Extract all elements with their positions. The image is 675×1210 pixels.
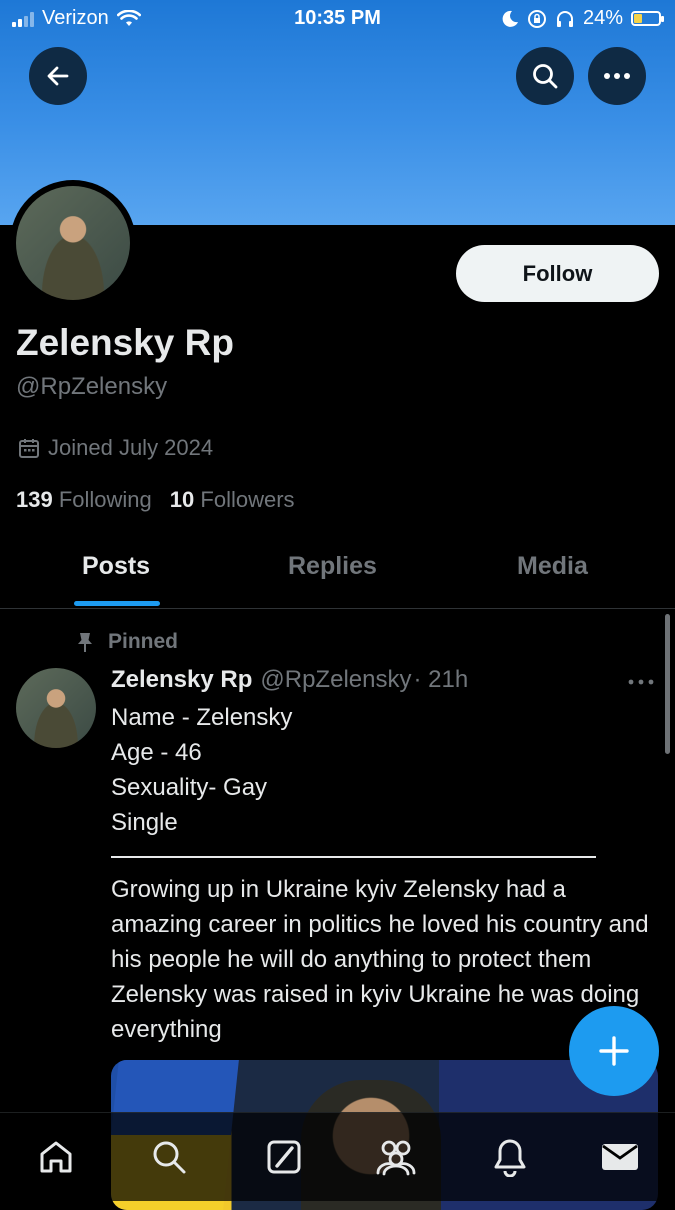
tab-replies[interactable]: Replies [288,552,377,581]
notifications-icon [494,1139,526,1177]
tab-media[interactable]: Media [517,552,588,581]
followers-link[interactable]: 10 Followers [170,487,295,513]
tweet-author-name[interactable]: Zelensky Rp [111,666,252,694]
followers-count: 10 [169,487,195,512]
bottom-navigation [0,1112,675,1201]
communities-icon [376,1140,416,1176]
following-link[interactable]: 139 Following [16,487,152,513]
tweet-text: Name - Zelensky Age - 46 Sexuality- Gay … [111,700,656,840]
follow-button[interactable]: Follow [456,245,659,302]
messages-icon [602,1144,638,1170]
search-icon [533,64,558,89]
avatar-image [16,186,130,300]
tweet-author-handle[interactable]: @RpZelensky [260,666,411,694]
pinned-label: Pinned [108,630,179,653]
active-tab-indicator [74,601,160,606]
nav-search[interactable] [147,1135,191,1179]
nav-home[interactable] [34,1135,78,1179]
joined-date: Joined July 2024 [18,435,213,461]
battery-percent: 24% [582,7,623,29]
tweet-line: Single [111,809,178,836]
profile-avatar[interactable] [10,180,136,306]
following-count: 139 [16,487,53,512]
battery-icon [631,11,664,26]
scrollbar[interactable] [665,614,670,754]
moon-icon [502,10,518,27]
calendar-icon [19,439,39,458]
tweet-more-button[interactable] [628,668,654,691]
more-icon [628,679,654,685]
more-icon [604,73,630,79]
followers-label: Followers [200,487,295,512]
nav-messages[interactable] [598,1135,642,1179]
avatar-image [16,668,96,748]
profile-tabs: Posts Replies Media [0,540,675,609]
pinned-indicator: Pinned [76,630,178,654]
status-right: 24% [501,7,664,30]
tweet-line: Name - Zelensky [111,704,293,731]
tweet-line: Age - 46 [111,739,202,766]
display-name: Zelensky Rp [16,322,234,363]
pin-icon [78,633,92,652]
follow-stats: 139 Following 10 Followers [16,487,295,513]
nav-notifications[interactable] [488,1135,532,1179]
nav-communities[interactable] [374,1135,418,1179]
nav-grok[interactable] [262,1135,306,1179]
search-button[interactable] [516,47,574,105]
compose-button[interactable] [569,1006,659,1096]
grok-icon [267,1140,301,1174]
tweet-divider-line [111,856,596,858]
search-icon [153,1141,186,1174]
arrow-left-icon [47,66,69,86]
tab-posts[interactable]: Posts [82,552,150,581]
headphones-icon [556,10,573,27]
tweet-time[interactable]: · 21h [413,666,468,694]
more-options-button[interactable] [588,47,646,105]
orientation-lock-icon [527,9,546,28]
back-button[interactable] [29,47,87,105]
home-icon [40,1141,72,1173]
tweet-body: Growing up in Ukraine kyiv Zelensky had … [111,876,649,1043]
user-handle: @RpZelensky [16,373,168,400]
following-label: Following [58,487,152,512]
plus-icon [599,1036,629,1066]
joined-label: Joined July 2024 [48,435,214,460]
tweet-header: Zelensky Rp @RpZelensky · 21h [111,666,468,694]
status-bar: Verizon 10:35 PM 24% [0,0,675,38]
tweet-line: Sexuality- Gay [111,774,268,801]
tweet-author-avatar[interactable] [16,668,96,748]
